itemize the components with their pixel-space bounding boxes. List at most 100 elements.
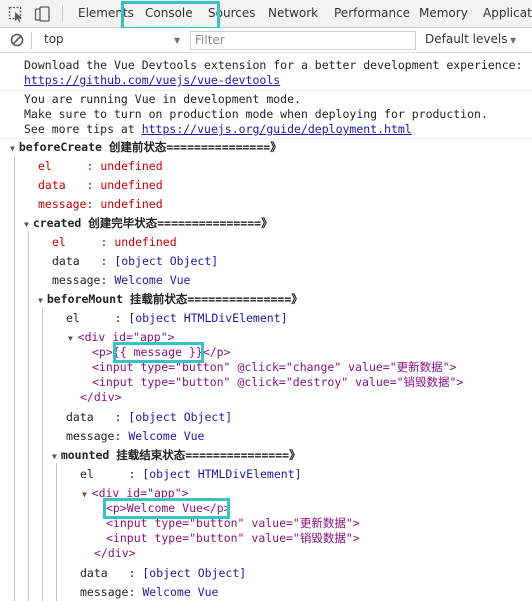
devmode-message-line-2: Make sure to turn on production mode whe…: [24, 107, 488, 121]
dom-node-div-close: </div>: [80, 390, 122, 405]
log-value: [object Object]: [114, 254, 219, 268]
log-data: data : [object Object]: [80, 566, 246, 581]
tab-network[interactable]: Network: [268, 0, 318, 27]
log-value: Welcome Vue: [142, 585, 219, 599]
dom-tag: <div id="app">: [91, 486, 189, 500]
log-value: [object Object]: [128, 410, 233, 424]
filter-input[interactable]: Filter: [190, 31, 416, 50]
group-title: beforeCreate 创建前状态===============》: [18, 140, 282, 154]
log-el: el : undefined: [38, 159, 163, 174]
devmode-message-line-3: See more tips at https://vuejs.org/guide…: [24, 122, 412, 137]
log-value: Welcome Vue: [128, 429, 205, 443]
context-select[interactable]: top: [44, 32, 64, 46]
dom-node-input-update[interactable]: <input type="button" value="更新数据">: [106, 516, 360, 531]
log-value: undefined: [100, 159, 163, 173]
log-key: data :: [80, 566, 143, 580]
group-header-beforemount[interactable]: ▼ beforeMount 挂载前状态===============》: [38, 291, 303, 307]
group-header-mounted[interactable]: ▼ mounted 挂载结束状态===============》: [52, 447, 301, 463]
devmode-tips-text: See more tips at: [24, 122, 142, 136]
log-levels-select[interactable]: Default levels: [425, 32, 507, 46]
log-data: data : undefined: [38, 178, 163, 193]
log-key: message:: [66, 429, 129, 443]
log-el: el : undefined: [52, 235, 177, 250]
levels-dropdown-icon[interactable]: ▼: [510, 36, 516, 45]
group-header-created[interactable]: ▼ created 创建完毕状态===============》: [24, 215, 273, 231]
device-toolbar-icon[interactable]: [34, 6, 50, 22]
inspect-element-icon[interactable]: [8, 6, 24, 22]
group-title: created 创建完毕状态===============》: [32, 216, 273, 230]
log-message: message: Welcome Vue: [52, 273, 190, 288]
group-guide-created: [28, 231, 29, 601]
log-key: data :: [66, 410, 129, 424]
dom-node-input-destroy[interactable]: <input type="button" @click="destroy" va…: [92, 375, 463, 390]
log-el: el : [object HTMLDivElement]: [80, 467, 302, 482]
dom-tag: </div>: [80, 390, 122, 404]
devmode-message-line-1: You are running Vue in development mode.: [24, 92, 301, 106]
devtools-tabbar: Elements Console Sources Network Perform…: [0, 0, 532, 28]
log-value: [object Object]: [142, 566, 247, 580]
dom-node-p-rendered[interactable]: <p>Welcome Vue</p>: [106, 501, 231, 516]
dom-node-input-update[interactable]: <input type="button" @click="change" val…: [92, 360, 456, 375]
tab-memory[interactable]: Memory: [419, 0, 468, 27]
tab-sources[interactable]: Sources: [208, 0, 255, 27]
dom-tag: <input type="button" value="更新数据">: [106, 516, 360, 530]
tab-console[interactable]: Console: [145, 0, 193, 27]
tab-performance[interactable]: Performance: [334, 0, 410, 27]
filterbar-divider: [31, 32, 32, 49]
dom-node-div[interactable]: ▼ <div id="app">: [68, 330, 175, 346]
dom-node-input-destroy[interactable]: <input type="button" value="销毁数据">: [106, 531, 360, 546]
log-data: data : [object Object]: [66, 410, 232, 425]
dom-node-div[interactable]: ▼ <div id="app">: [82, 486, 189, 502]
dom-tag: <p>Welcome Vue</p>: [106, 501, 231, 515]
tab-elements[interactable]: Elements: [78, 0, 134, 27]
expand-arrow-icon[interactable]: ▼: [82, 490, 92, 499]
expand-arrow-icon[interactable]: ▼: [10, 144, 15, 153]
group-title: mounted 挂载结束状态===============》: [60, 448, 301, 462]
log-value: [object HTMLDivElement]: [128, 311, 288, 325]
dom-tag: <input type="button" @click="destroy" va…: [92, 375, 464, 389]
filter-placeholder: Filter: [195, 33, 225, 47]
dom-tag: <input type="button" value="销毁数据">: [106, 531, 360, 545]
log-key: el :: [38, 159, 101, 173]
expand-arrow-icon[interactable]: ▼: [24, 220, 29, 229]
dom-tag: <input type="button" @click="change" val…: [92, 360, 457, 374]
log-value: Welcome Vue: [114, 273, 191, 287]
log-value: undefined: [100, 197, 163, 211]
dom-node-p-template[interactable]: <p>{{ message }}</p>: [92, 345, 230, 360]
group-guide-mounted: [56, 463, 57, 601]
log-key: data :: [52, 254, 115, 268]
group-guide-beforemount: [42, 307, 43, 601]
log-message: message: Welcome Vue: [80, 585, 218, 600]
deployment-link[interactable]: https://vuejs.org/guide/deployment.html: [142, 122, 412, 136]
dom-tag: <p>{{ message }}</p>: [92, 345, 231, 359]
expand-arrow-icon[interactable]: ▼: [52, 452, 57, 461]
group-guide-beforecreate: [14, 155, 15, 601]
message-divider: [0, 90, 532, 91]
expand-arrow-icon[interactable]: ▼: [38, 296, 43, 305]
log-message: message: Welcome Vue: [66, 429, 204, 444]
devtools-link[interactable]: https://github.com/vuejs/vue-devtools: [24, 73, 280, 88]
tab-application[interactable]: Applicati: [483, 0, 532, 27]
log-key: el :: [52, 235, 115, 249]
dom-tag: <div id="app">: [77, 330, 175, 344]
log-key: message:: [38, 197, 101, 211]
log-value: undefined: [114, 235, 177, 249]
log-value: undefined: [100, 178, 163, 192]
clear-console-icon[interactable]: [10, 33, 24, 47]
log-value: [object HTMLDivElement]: [142, 467, 302, 481]
dom-tag: </div>: [94, 546, 136, 560]
group-header-beforecreate[interactable]: ▼ beforeCreate 创建前状态===============》: [10, 139, 282, 155]
log-key: el :: [80, 467, 143, 481]
console-filterbar: top ▼ Filter Default levels ▼: [0, 28, 532, 53]
log-el: el : [object HTMLDivElement]: [66, 311, 288, 326]
toolbar-divider: [62, 5, 63, 22]
log-key: message:: [52, 273, 115, 287]
log-key: el :: [66, 311, 129, 325]
group-title: beforeMount 挂载前状态===============》: [46, 292, 303, 306]
context-dropdown-icon[interactable]: ▼: [174, 36, 180, 45]
log-key: message:: [80, 585, 143, 599]
expand-arrow-icon[interactable]: ▼: [68, 334, 78, 343]
log-message: message: undefined: [38, 197, 163, 212]
log-data: data : [object Object]: [52, 254, 218, 269]
log-key: data :: [38, 178, 101, 192]
